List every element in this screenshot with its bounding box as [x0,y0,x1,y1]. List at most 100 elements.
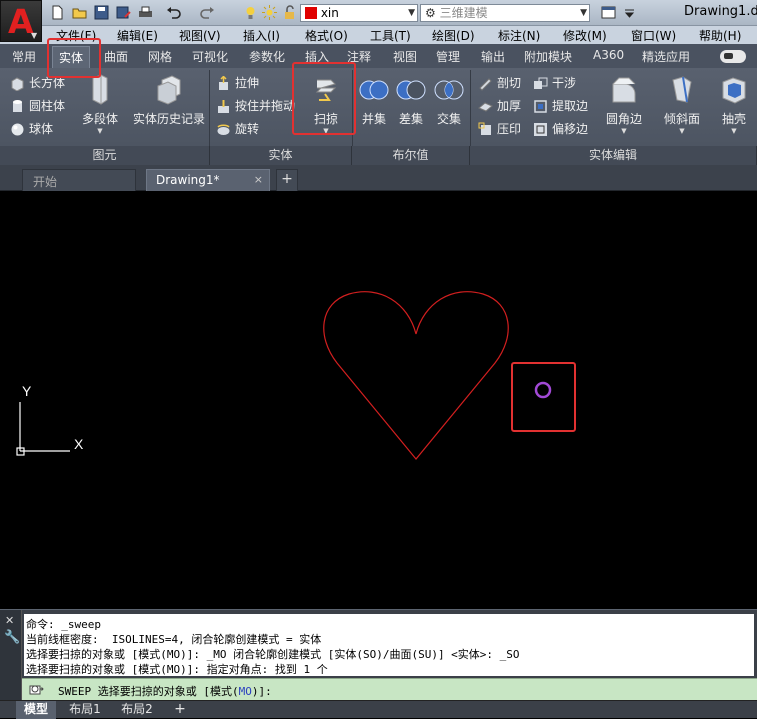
window-icon[interactable] [601,5,616,20]
tab-drawing1[interactable]: Drawing1* × [146,169,270,191]
extrude-button[interactable]: 拉伸 [216,73,259,93]
layer-dropdown[interactable]: xin ▼ [300,4,418,22]
cylinder-button[interactable]: 圆柱体 [10,96,65,116]
imprint-button[interactable]: 压印 [478,119,521,139]
tab-surface[interactable]: 曲面 [104,48,128,65]
menu-dimension[interactable]: 标注(N) [498,27,540,44]
save-as-icon[interactable] [116,5,131,20]
box-button[interactable]: 长方体 [10,73,65,93]
presspull-icon [218,100,229,113]
print-icon[interactable] [138,5,153,20]
slice-label: 剖切 [497,76,522,90]
menu-format[interactable]: 格式(O) [305,27,348,44]
subtract-button[interactable]: 差集 [394,74,428,144]
tab-solid[interactable]: 实体 [52,46,91,68]
tab-mesh[interactable]: 网格 [148,48,172,65]
heart-path[interactable] [323,291,509,460]
tab-layout1[interactable]: 布局1 [62,701,108,719]
tab-visualize[interactable]: 可视化 [192,48,228,65]
solid-history-button[interactable]: 实体历史记录 [131,74,207,144]
save-icon[interactable] [94,5,109,20]
app-logo-icon: A [8,2,34,41]
sweep-button[interactable]: 扫掠 ▼ [304,74,348,144]
shell-button[interactable]: 抽壳 ▼ [716,74,752,144]
redo-icon[interactable] [200,5,215,20]
tab-manage[interactable]: 管理 [436,48,460,65]
command-prompt-icon[interactable] [28,682,44,697]
group-label-boolean[interactable]: 布尔值 [352,146,470,165]
sweep-icon [315,79,337,101]
taper-faces-button[interactable]: 倾斜面 ▼ [661,74,703,144]
bulb-icon[interactable] [243,5,258,20]
presspull-button[interactable]: 按住并拖动 [216,96,298,116]
menu-view[interactable]: 视图(V) [179,27,221,44]
tab-layout2[interactable]: 布局2 [114,701,160,719]
menu-draw[interactable]: 绘图(D) [432,27,475,44]
sun-icon[interactable] [262,5,277,20]
sphere-icon [11,123,24,136]
tab-view[interactable]: 视图 [393,48,417,65]
offset-edges-button[interactable]: 偏移边 [533,119,588,139]
undo-icon[interactable] [166,5,181,20]
group-label-primitive[interactable]: 图元 [0,146,210,165]
circle-profile[interactable] [534,381,552,399]
solid-history-label: 实体历史记录 [132,112,205,126]
tab-insert[interactable]: 插入 [305,48,329,65]
sweep-label: 扫掠 [313,112,338,126]
prompt-text: SWEEP 选择要扫掠的对象或 [模式( [58,685,239,698]
menu-modify[interactable]: 修改(M) [563,27,607,44]
layout-tab-bar: 模型 布局1 布局2 + [0,700,757,719]
chevron-down-icon: ▼ [408,8,415,18]
group-label-solid[interactable]: 实体 [210,146,352,165]
prompt-option[interactable]: MO [239,685,252,698]
tab-parametric[interactable]: 参数化 [249,48,285,65]
sphere-button[interactable]: 球体 [10,119,53,139]
fillet-edge-button[interactable]: 圆角边 ▼ [602,74,646,144]
command-line-gutter: ✕ 🔧 [0,610,22,701]
new-tab-button[interactable]: + [276,169,298,191]
polysolid-button[interactable]: 多段体 ▼ [80,74,120,144]
group-label-solid-edit[interactable]: 实体编辑 [470,146,757,165]
tab-output[interactable]: 输出 [481,48,505,65]
tab-a360[interactable]: A360 [593,48,624,62]
subtract-label: 差集 [398,112,423,126]
gear-icon: ⚙ [425,6,436,20]
tab-annotate[interactable]: 注释 [347,48,371,65]
lock-icon[interactable] [282,5,297,20]
tab-start[interactable]: 开始 [22,169,136,191]
new-icon[interactable] [50,5,65,20]
add-layout-button[interactable]: + [170,701,190,719]
app-menu-button[interactable]: A ▼ [0,0,42,42]
open-icon[interactable] [72,5,87,20]
extract-edges-label: 提取边 [552,99,589,113]
interfere-label: 干涉 [552,76,577,90]
tab-featured-apps[interactable]: 精选应用 [642,48,690,65]
wrench-icon[interactable]: 🔧 [4,630,20,645]
slice-button[interactable]: 剖切 [478,73,521,93]
menu-insert[interactable]: 插入(I) [243,27,280,44]
customize-quick-access-icon[interactable] [622,5,637,20]
intersect-button[interactable]: 交集 [432,74,466,144]
menu-tools[interactable]: 工具(T) [370,27,411,44]
close-icon[interactable]: ✕ [5,614,14,627]
revolve-button[interactable]: 旋转 [216,119,259,139]
drawing-canvas[interactable]: Y X [0,191,757,609]
tab-model[interactable]: 模型 [16,701,56,719]
union-button[interactable]: 并集 [357,74,391,144]
workspace-dropdown[interactable]: ⚙ 三维建模 ▼ [420,4,590,22]
menu-window[interactable]: 窗口(W) [631,27,676,44]
tab-addins[interactable]: 附加模块 [524,48,572,65]
close-icon[interactable]: × [254,173,263,186]
ribbon-options-button[interactable] [720,50,746,63]
video-icon [724,53,733,59]
extract-edges-button[interactable]: 提取边 [533,96,588,116]
thicken-button[interactable]: 加厚 [478,96,521,116]
menu-file[interactable]: 文件(F) [56,27,96,44]
tab-home[interactable]: 常用 [12,48,36,65]
command-history: 命令: _sweep 当前线框密度: ISOLINES=4, 闭合轮廓创建模式 … [24,614,754,676]
menu-edit[interactable]: 编辑(E) [117,27,158,44]
command-input[interactable]: SWEEP 选择要扫掠的对象或 [模式(MO)]: [22,678,757,700]
command-prompt: SWEEP 选择要扫掠的对象或 [模式(MO)]: [58,683,272,699]
menu-help[interactable]: 帮助(H) [699,27,741,44]
interfere-button[interactable]: 干涉 [533,73,576,93]
